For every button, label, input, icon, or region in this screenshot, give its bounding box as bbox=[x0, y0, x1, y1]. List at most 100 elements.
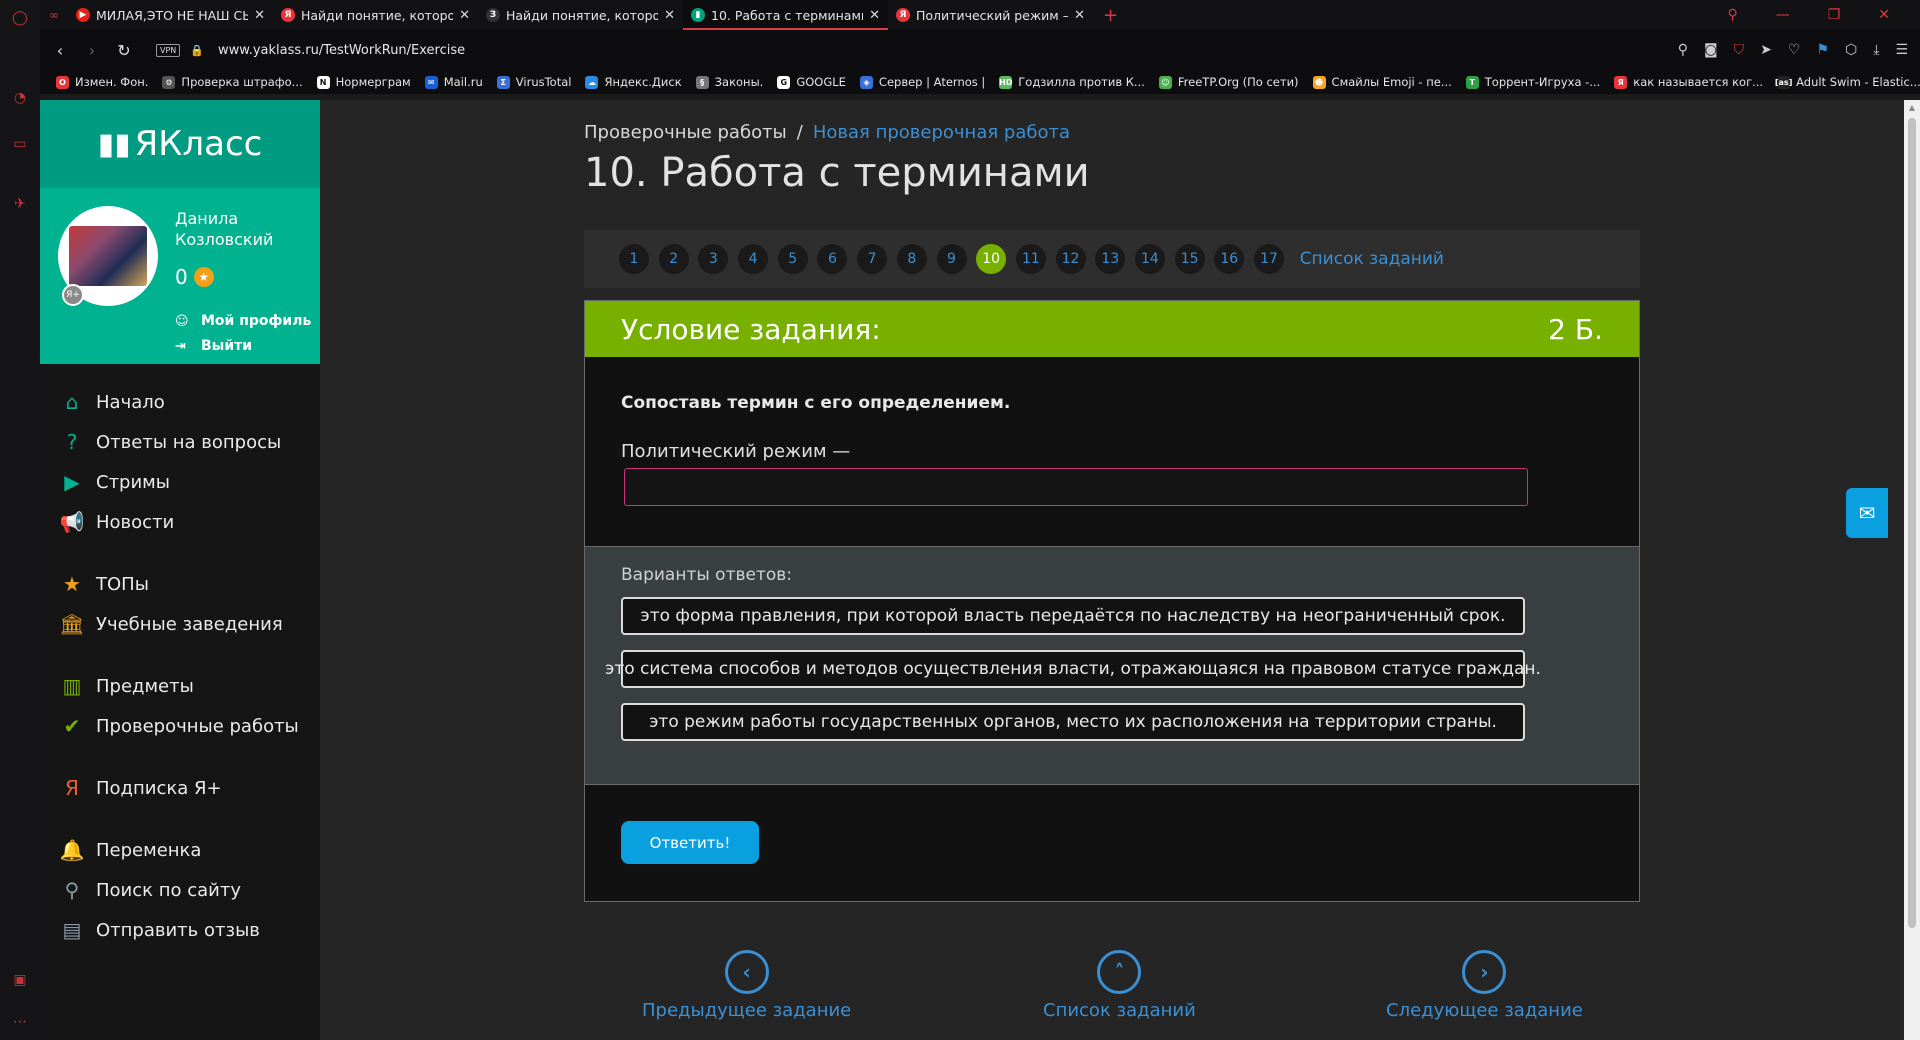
opera-logo-icon[interactable]: ◯ bbox=[10, 8, 30, 28]
sidebar-item-books[interactable]: ▥ Предметы bbox=[40, 666, 320, 706]
close-tab-icon[interactable]: ✕ bbox=[459, 8, 470, 23]
settings-icon[interactable]: ▣ bbox=[10, 970, 30, 990]
breadcrumb-current[interactable]: Новая проверочная работа bbox=[813, 122, 1070, 143]
send-icon[interactable]: ➤ bbox=[1760, 42, 1772, 58]
page-number-12[interactable]: 12 bbox=[1055, 244, 1086, 274]
my-profile-link[interactable]: ☺ Мой профиль bbox=[175, 313, 311, 329]
bookmark-item[interactable]: ☺ FreeTP.Org (По сети) bbox=[1158, 75, 1299, 89]
page-number-13[interactable]: 13 bbox=[1095, 244, 1126, 274]
bag-icon[interactable]: ▭ bbox=[10, 134, 30, 154]
settings-sliders-icon[interactable]: ☰ bbox=[1895, 42, 1908, 58]
answer-option[interactable]: это форма правления, при которой власть … bbox=[621, 597, 1525, 635]
answer-option[interactable]: это режим работы государственных органов… bbox=[621, 703, 1525, 741]
bookmark-item[interactable]: [as] Adult Swim - Elastic... bbox=[1775, 75, 1920, 89]
bookmark-item[interactable]: ◈ Сервер | Aternos | bbox=[859, 75, 985, 89]
telegram-icon[interactable]: ✈ bbox=[10, 194, 30, 214]
sidebar-item-building[interactable]: 🏛 Учебные заведения bbox=[40, 604, 320, 644]
breadcrumb-root[interactable]: Проверочные работы bbox=[584, 122, 787, 143]
scrollbar-thumb[interactable] bbox=[1908, 118, 1916, 928]
scroll-up-icon[interactable]: ▲ bbox=[1904, 100, 1920, 116]
sidebar-item-subscription[interactable]: Я Подписка Я+ bbox=[40, 768, 320, 808]
url-field[interactable]: www.yaklass.ru/TestWorkRun/Exercise bbox=[218, 43, 465, 58]
page-number-17[interactable]: 17 bbox=[1254, 244, 1284, 274]
bookmark-item[interactable]: O Измен. Фон. bbox=[56, 75, 148, 89]
bookmark-item[interactable]: Σ VirusTotal bbox=[496, 75, 571, 89]
camera-icon[interactable]: ◙ bbox=[1704, 42, 1718, 58]
mail-icon[interactable]: ✉ bbox=[1846, 488, 1888, 538]
bookmark-item[interactable]: N Нормерграм bbox=[316, 75, 411, 89]
browser-tab[interactable]: Я Найди понятие, которое с ✕ bbox=[273, 0, 478, 30]
page-number-10[interactable]: 10 bbox=[976, 244, 1007, 274]
adblock-icon[interactable]: ⛉ bbox=[1734, 42, 1745, 58]
bookmark-item[interactable]: G GOOGLE bbox=[777, 75, 846, 89]
minimize-icon[interactable]: — bbox=[1776, 7, 1790, 23]
page-number-11[interactable]: 11 bbox=[1015, 244, 1046, 274]
page-number-4[interactable]: 4 bbox=[738, 244, 769, 274]
close-tab-icon[interactable]: ✕ bbox=[254, 8, 265, 23]
download-icon[interactable]: ⤓ bbox=[1873, 42, 1879, 58]
speed-dial-icon[interactable]: ◔ bbox=[10, 88, 30, 108]
bookmark-item[interactable]: ⚙ Проверка штрафо... bbox=[162, 75, 303, 89]
restore-icon[interactable]: ❐ bbox=[1828, 7, 1841, 23]
bookmark-item[interactable]: § Законы. bbox=[695, 75, 763, 89]
user-name[interactable]: Данила Козловский bbox=[175, 208, 295, 250]
forward-icon[interactable]: › bbox=[76, 41, 108, 60]
page-number-2[interactable]: 2 bbox=[658, 244, 689, 274]
bookmark-item[interactable]: ✉ Mail.ru bbox=[424, 75, 483, 89]
lock-icon[interactable]: 🔒 bbox=[190, 44, 204, 57]
flag-icon[interactable]: ⚑ bbox=[1816, 42, 1829, 58]
search-tabs-icon[interactable]: ⚲ bbox=[1727, 7, 1737, 23]
bookmark-item[interactable]: ☁ Яндекс.Диск bbox=[585, 75, 682, 89]
page-number-15[interactable]: 15 bbox=[1174, 244, 1205, 274]
task-list-top-link[interactable]: Список заданий bbox=[1300, 249, 1444, 269]
page-number-16[interactable]: 16 bbox=[1214, 244, 1245, 274]
bookmark-item[interactable]: ☻ Смайлы Emoji - пе... bbox=[1312, 75, 1452, 89]
page-number-3[interactable]: 3 bbox=[698, 244, 729, 274]
sidebar-item-search[interactable]: ⚲ Поиск по сайту bbox=[40, 870, 320, 910]
close-window-icon[interactable]: ✕ bbox=[1878, 7, 1890, 23]
heart-icon[interactable]: ♡ bbox=[1788, 42, 1801, 58]
browser-tab[interactable]: ▶ МИЛАЯ,ЭТО НЕ НАШ СЫН ✕ bbox=[68, 0, 273, 30]
browser-tab[interactable]: З Найди понятие, которое н ✕ bbox=[478, 0, 683, 30]
logout-link[interactable]: ⇥ Выйти bbox=[175, 338, 252, 354]
gamepad-icon[interactable]: ∞ bbox=[40, 8, 68, 22]
page-number-9[interactable]: 9 bbox=[936, 244, 967, 274]
bookmark-item[interactable]: Якак называется ког... bbox=[1614, 75, 1763, 89]
browser-tab[interactable]: Я Политический режим — ✕ bbox=[888, 0, 1093, 30]
sidebar-item-feedback[interactable]: ▤ Отправить отзыв bbox=[40, 910, 320, 950]
close-tab-icon[interactable]: ✕ bbox=[1074, 8, 1085, 23]
page-number-5[interactable]: 5 bbox=[777, 244, 808, 274]
scrollbar[interactable]: ▲ bbox=[1904, 100, 1920, 1040]
site-logo[interactable]: ▮▮ ЯКласс bbox=[40, 100, 320, 188]
page-number-1[interactable]: 1 bbox=[619, 244, 649, 274]
sidebar-item-megaphone[interactable]: 📢 Новости bbox=[40, 502, 320, 542]
cube-icon[interactable]: ⬡ bbox=[1845, 42, 1857, 58]
page-number-6[interactable]: 6 bbox=[817, 244, 848, 274]
new-tab-button[interactable]: + bbox=[1093, 0, 1128, 30]
sidebar-item-play[interactable]: ▶ Стримы bbox=[40, 462, 320, 502]
answer-drop-zone[interactable] bbox=[624, 468, 1528, 506]
sidebar-item-home[interactable]: ⌂ Начало bbox=[40, 382, 320, 422]
zoom-icon[interactable]: ⚲ bbox=[1678, 42, 1688, 58]
sidebar-item-bell[interactable]: 🔔 Переменка bbox=[40, 830, 320, 870]
bookmark-item[interactable]: T Торрент-Игруха -... bbox=[1465, 75, 1600, 89]
answer-option[interactable]: это система способов и методов осуществл… bbox=[605, 650, 1541, 688]
prev-task-link[interactable]: ‹ Предыдущее задание bbox=[642, 950, 851, 1021]
vpn-badge[interactable]: VPN bbox=[156, 43, 181, 57]
more-icon[interactable]: ⋯ bbox=[10, 1012, 30, 1032]
sidebar-item-question[interactable]: ? Ответы на вопросы bbox=[40, 422, 320, 462]
task-list-link[interactable]: ˄ Список заданий bbox=[1043, 950, 1196, 1021]
close-tab-icon[interactable]: ✕ bbox=[664, 8, 675, 23]
back-icon[interactable]: ‹ bbox=[44, 41, 76, 60]
page-number-7[interactable]: 7 bbox=[857, 244, 888, 274]
reload-icon[interactable]: ↻ bbox=[108, 41, 140, 60]
submit-button[interactable]: Ответить! bbox=[621, 821, 759, 864]
sidebar-item-star[interactable]: ★ ТОПы bbox=[40, 564, 320, 604]
close-tab-icon[interactable]: ✕ bbox=[869, 8, 880, 23]
page-number-14[interactable]: 14 bbox=[1134, 244, 1165, 274]
next-task-link[interactable]: › Следующее задание bbox=[1386, 950, 1583, 1021]
bookmark-item[interactable]: HD Годзилла против К... bbox=[999, 75, 1145, 89]
browser-tab[interactable]: ▮ 10. Работа с терминами ✕ bbox=[683, 0, 888, 30]
page-number-8[interactable]: 8 bbox=[896, 244, 927, 274]
sidebar-item-check[interactable]: ✔ Проверочные работы bbox=[40, 706, 320, 746]
